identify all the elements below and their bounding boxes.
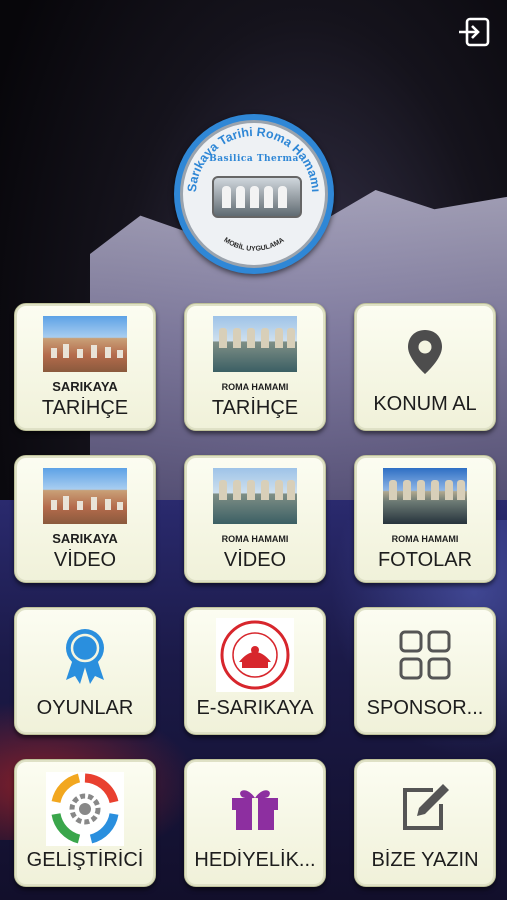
- tile-label: E-SARIKAYA: [196, 697, 314, 719]
- tile-roma-hamami-fotolar[interactable]: ROMA HAMAMI FOTOLAR: [354, 455, 496, 583]
- tile-label: VİDEO: [53, 549, 117, 571]
- map-pin-icon: [355, 328, 495, 381]
- tile-sub-label: SARIKAYA: [52, 379, 118, 394]
- tile-label: OYUNLAR: [36, 697, 134, 719]
- tile-label: VİDEO: [223, 549, 287, 571]
- logo-ruins-image: [212, 176, 302, 218]
- tile-e-sarikaya[interactable]: E-SARIKAYA: [184, 607, 326, 735]
- edit-pencil-icon: [355, 782, 495, 837]
- roman-bath-photo-thumbnail: [383, 468, 467, 524]
- tile-label: GELİŞTİRİCİ: [26, 849, 144, 871]
- tile-label: TARİHÇE: [41, 397, 129, 419]
- tile-label: KONUM AL: [373, 393, 477, 415]
- roman-bath-thumbnail: [213, 316, 297, 372]
- tile-sub-label: ROMA HAMAMI: [221, 382, 289, 392]
- tile-sub-label: ROMA HAMAMI: [221, 534, 289, 544]
- tile-sarikaya-video[interactable]: SARIKAYA VİDEO: [14, 455, 156, 583]
- tile-label: SPONSOR...: [366, 697, 484, 719]
- tile-sub-label: SARIKAYA: [52, 531, 118, 546]
- tile-label: FOTOLAR: [377, 549, 473, 571]
- award-ribbon-icon: [15, 626, 155, 691]
- tile-roma-hamami-tarihce[interactable]: ROMA HAMAMI TARİHÇE: [184, 303, 326, 431]
- tile-oyunlar[interactable]: OYUNLAR: [14, 607, 156, 735]
- roman-bath-thumbnail: [213, 468, 297, 524]
- tile-label: BİZE YAZIN: [371, 849, 479, 871]
- exit-icon[interactable]: [457, 16, 491, 48]
- gift-icon: [185, 782, 325, 837]
- grid-apps-icon: [355, 630, 495, 685]
- tile-hediyelik[interactable]: HEDİYELİK...: [184, 759, 326, 887]
- tile-konum-al[interactable]: KONUM AL: [354, 303, 496, 431]
- tile-sponsorlar[interactable]: SPONSOR...: [354, 607, 496, 735]
- tile-label: TARİHÇE: [211, 397, 299, 419]
- tile-roma-hamami-video[interactable]: ROMA HAMAMI VİDEO: [184, 455, 326, 583]
- app-logo: Sarıkaya Tarihi Roma Hamamı MOBİL UYGULA…: [174, 114, 334, 274]
- tile-gelistirici[interactable]: GELİŞTİRİCİ: [14, 759, 156, 887]
- svg-text:MOBİL UYGULAMA: MOBİL UYGULAMA: [222, 237, 285, 253]
- tile-sub-label: ROMA HAMAMI: [391, 534, 459, 544]
- tile-sarikaya-tarihce[interactable]: SARIKAYA TARİHÇE: [14, 303, 156, 431]
- tile-bize-yazin[interactable]: BİZE YAZIN: [354, 759, 496, 887]
- logo-subtitle: Basilica Therma: [209, 154, 299, 164]
- seal-emblem-icon: [185, 618, 325, 697]
- tile-label: HEDİYELİK...: [194, 849, 316, 871]
- settings-gear-icon: [15, 772, 155, 851]
- sarikaya-city-thumbnail: [43, 316, 127, 372]
- sarikaya-city-thumbnail: [43, 468, 127, 524]
